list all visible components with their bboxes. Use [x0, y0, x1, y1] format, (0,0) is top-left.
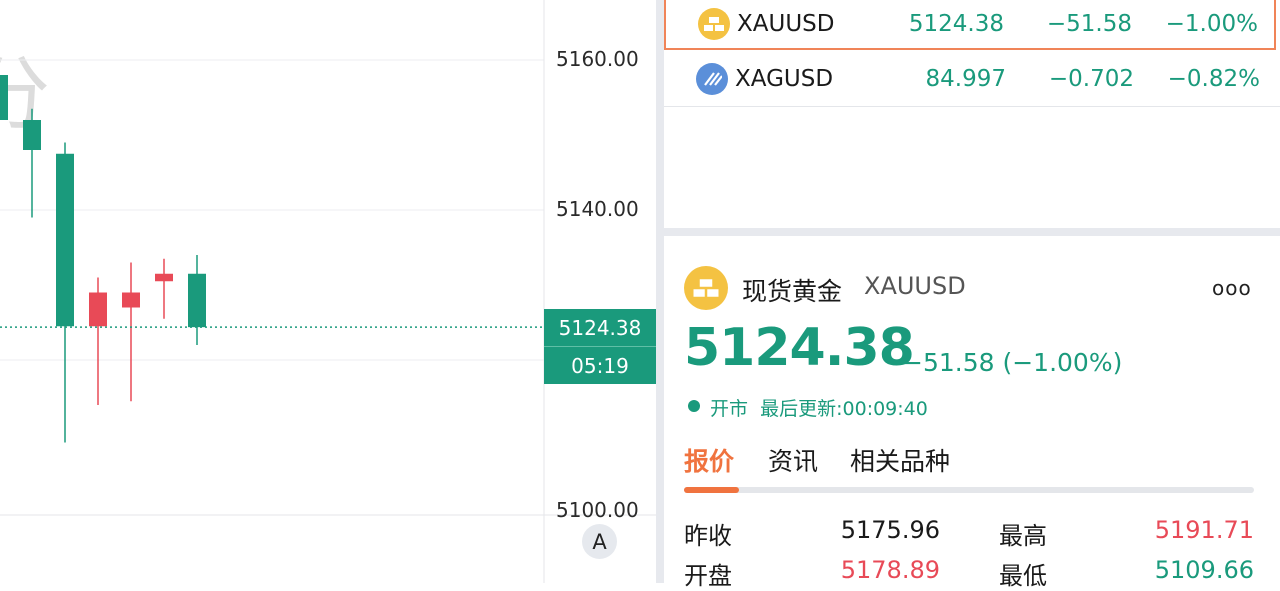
tab-related[interactable]: 相关品种 — [850, 442, 950, 478]
current-price-tag: 5124.38 — [544, 309, 656, 346]
watchlist-change-percent: −0.82% — [1167, 66, 1260, 92]
auto-scale-button[interactable]: A — [582, 524, 617, 559]
watchlist-change: −0.702 — [1048, 66, 1134, 92]
market-status-dot-icon — [688, 400, 700, 412]
quote-value: 5175.96 — [840, 516, 940, 544]
watchlist-symbol: XAUUSD — [737, 11, 835, 37]
quote-value: 5178.89 — [840, 556, 940, 584]
tab-quote[interactable]: 报价 — [684, 442, 734, 478]
quote-label: 最低 — [999, 562, 1047, 590]
candle-body — [0, 75, 8, 120]
candle-body — [188, 273, 206, 328]
watchlist-symbol: XAGUSD — [735, 66, 834, 92]
candle-body — [122, 292, 140, 308]
instrument-price: 5124.38 — [684, 318, 915, 378]
instrument-change: −51.58 (−1.00%) — [902, 348, 1123, 377]
quote-label: 最高 — [999, 522, 1047, 550]
watchlist-separator — [664, 106, 1280, 107]
watchlist-price: 5124.38 — [908, 11, 1004, 37]
last-update-time: 最后更新:00:09:40 — [760, 398, 928, 420]
watchlist-row-xagusd[interactable]: XAGUSD 84.997 −0.702 −0.82% — [664, 54, 1276, 104]
candle-body — [23, 120, 41, 150]
price-axis-label: 5160.00 — [556, 47, 639, 71]
quote-value: 5191.71 — [1154, 516, 1254, 544]
section-gap — [664, 228, 1280, 236]
quote-value: 5109.66 — [1154, 556, 1254, 584]
instrument-detail: 现货黄金 XAUUSD ooo 5124.38 −51.58 (−1.00%) … — [664, 236, 1280, 590]
tab-track — [684, 487, 1254, 493]
candle-countdown-tag: 05:19 — [544, 346, 656, 384]
more-options-button[interactable]: ooo — [1212, 276, 1252, 300]
panel-divider — [656, 0, 664, 583]
watchlist-price: 84.997 — [925, 66, 1006, 92]
candle-body — [56, 153, 74, 327]
quote-label: 开盘 — [684, 562, 732, 590]
price-axis-label: 5100.00 — [556, 498, 639, 522]
right-panel: XAUUSD 5124.38 −51.58 −1.00% XAGUSD 84.9… — [664, 0, 1280, 590]
watchlist-change-percent: −1.00% — [1165, 11, 1258, 37]
candle-body — [155, 273, 173, 282]
silver-bars-icon — [696, 63, 728, 95]
candlestick-chart-panel[interactable]: 分 5160.00 5140.00 5100.00 5124.38 05:19 … — [0, 0, 656, 583]
tab-news[interactable]: 资讯 — [768, 442, 818, 478]
watchlist-change: −51.58 — [1046, 11, 1132, 37]
gold-bars-icon — [698, 8, 730, 40]
instrument-code: XAUUSD — [864, 272, 966, 300]
tab-active-indicator — [684, 487, 739, 493]
candlestick-chart[interactable] — [0, 0, 656, 583]
candle-body — [89, 292, 107, 327]
gold-bars-icon — [684, 266, 728, 310]
watchlist-row-xauusd[interactable]: XAUUSD 5124.38 −51.58 −1.00% — [664, 0, 1276, 50]
instrument-name: 现货黄金 — [742, 277, 843, 306]
market-status: 开市 最后更新:00:09:40 — [710, 394, 928, 421]
price-axis-label: 5140.00 — [556, 197, 639, 221]
quote-label: 昨收 — [684, 522, 732, 550]
market-state: 开市 — [710, 398, 749, 420]
watchlist: XAUUSD 5124.38 −51.58 −1.00% XAGUSD 84.9… — [664, 0, 1280, 228]
